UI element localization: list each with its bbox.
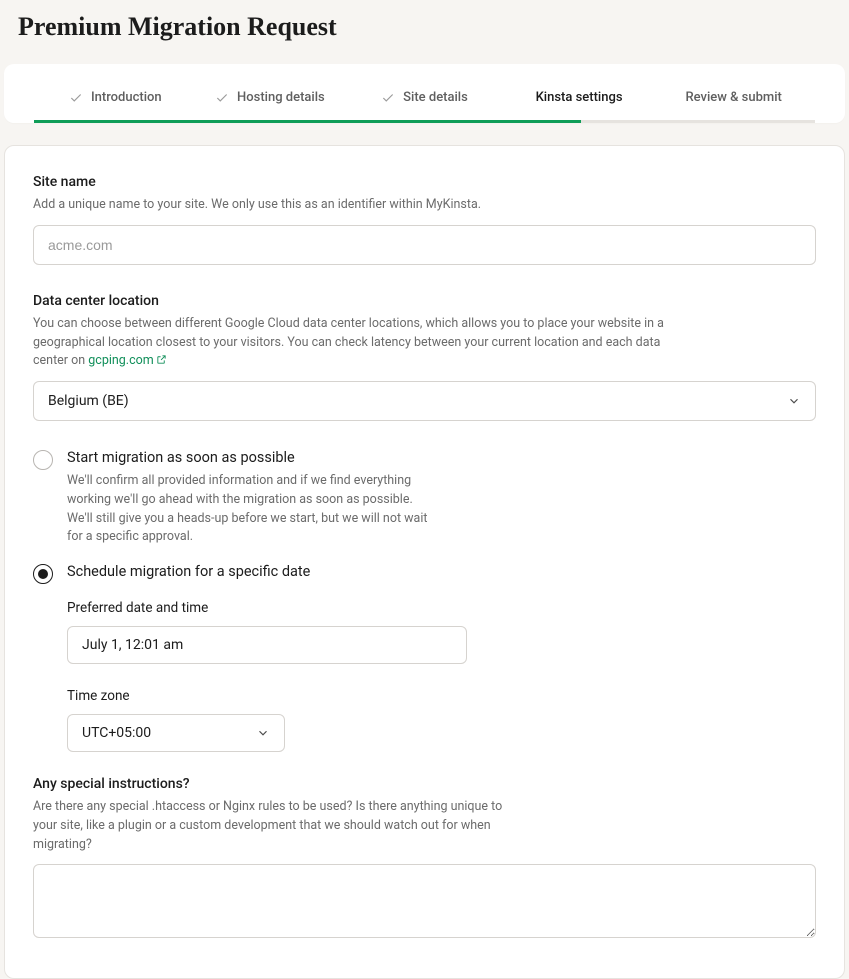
time-zone-label: Time zone — [67, 688, 816, 704]
step-label: Introduction — [91, 90, 162, 105]
radio-asap[interactable]: Start migration as soon as possible We'l… — [33, 449, 816, 547]
check-icon — [381, 91, 395, 105]
data-center-label: Data center location — [33, 293, 816, 309]
chevron-down-icon — [256, 726, 270, 740]
step-introduction[interactable]: Introduction — [38, 90, 193, 105]
field-time-zone: Time zone UTC+05:00 — [67, 688, 816, 752]
migration-timing-group: Start migration as soon as possible We'l… — [33, 449, 816, 752]
site-name-label: Site name — [33, 174, 816, 190]
data-center-help: You can choose between different Google … — [33, 315, 673, 371]
site-name-input[interactable] — [33, 225, 816, 265]
radio-schedule-control[interactable] — [33, 564, 53, 584]
stepper-card: Introduction Hosting details Site detail… — [4, 64, 845, 123]
radio-schedule-label: Schedule migration for a specific date — [67, 563, 816, 580]
preferred-date-label: Preferred date and time — [67, 600, 816, 616]
chevron-down-icon — [787, 394, 801, 408]
step-site-details[interactable]: Site details — [347, 90, 502, 105]
radio-asap-label: Start migration as soon as possible — [67, 449, 816, 466]
step-kinsta-settings[interactable]: Kinsta settings — [502, 90, 657, 105]
step-label: Site details — [403, 90, 468, 105]
field-site-name: Site name Add a unique name to your site… — [33, 174, 816, 265]
data-center-select[interactable]: Belgium (BE) — [33, 381, 816, 421]
preferred-date-value: July 1, 12:01 am — [82, 637, 183, 653]
preferred-date-input[interactable]: July 1, 12:01 am — [67, 626, 467, 664]
stepper: Introduction Hosting details Site detail… — [4, 64, 845, 123]
radio-dot-icon — [38, 569, 48, 579]
form-card: Site name Add a unique name to your site… — [4, 145, 845, 979]
step-label: Kinsta settings — [536, 90, 623, 105]
check-icon — [69, 91, 83, 105]
special-textarea[interactable] — [33, 864, 816, 938]
radio-asap-help: We'll confirm all provided information a… — [67, 472, 437, 547]
site-name-help: Add a unique name to your site. We only … — [33, 196, 673, 215]
special-help: Are there any special .htaccess or Nginx… — [33, 798, 503, 854]
progress-track — [34, 120, 815, 123]
progress-fill — [34, 120, 581, 123]
gcping-link-text: gcping.com — [88, 353, 153, 368]
gcping-link[interactable]: gcping.com — [88, 353, 166, 368]
radio-asap-control[interactable] — [33, 450, 53, 470]
radio-schedule[interactable]: Schedule migration for a specific date — [33, 563, 816, 584]
time-zone-select[interactable]: UTC+05:00 — [67, 714, 285, 752]
schedule-sub-fields: Preferred date and time July 1, 12:01 am… — [67, 600, 816, 752]
time-zone-value: UTC+05:00 — [82, 725, 151, 741]
step-label: Review & submit — [685, 90, 781, 105]
field-preferred-date: Preferred date and time July 1, 12:01 am — [67, 600, 816, 664]
check-icon — [215, 91, 229, 105]
field-special-instructions: Any special instructions? Are there any … — [33, 776, 816, 942]
step-hosting-details[interactable]: Hosting details — [193, 90, 348, 105]
page-title: Premium Migration Request — [18, 12, 849, 42]
step-review-submit[interactable]: Review & submit — [656, 90, 811, 105]
step-label: Hosting details — [237, 90, 325, 105]
data-center-value: Belgium (BE) — [48, 393, 129, 409]
external-link-icon — [156, 354, 167, 365]
field-data-center: Data center location You can choose betw… — [33, 293, 816, 421]
special-label: Any special instructions? — [33, 776, 816, 792]
